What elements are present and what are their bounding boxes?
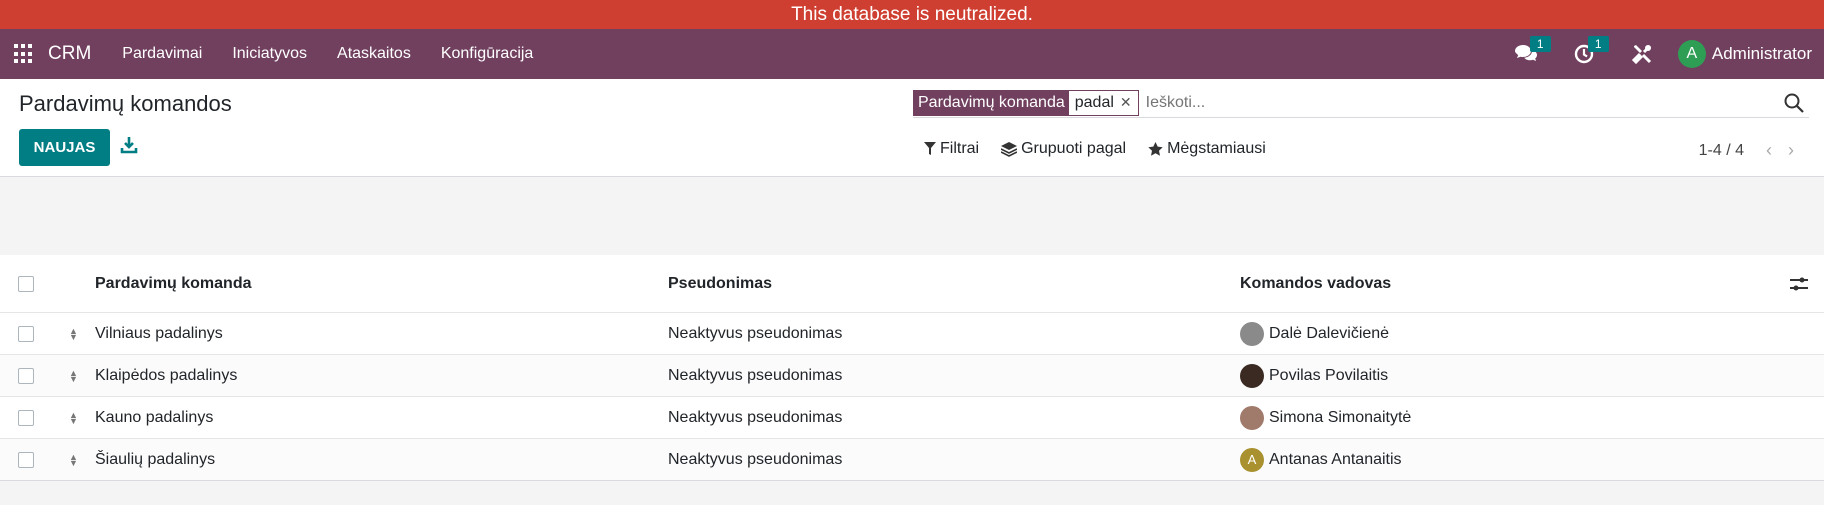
top-navbar: CRM Pardavimai Iniciatyvos Ataskaitos Ko… (0, 29, 1824, 79)
filters-button[interactable]: Filtrai (924, 140, 979, 158)
table-row[interactable]: ▲ ▼ Kauno padalinys Neaktyvus pseudonimas… (0, 396, 1824, 438)
column-header-team[interactable]: Pardavimų komanda (95, 275, 668, 293)
drag-handle-icon[interactable]: ▲ ▼ (69, 410, 78, 425)
leader-avatar (1240, 405, 1264, 430)
row-checkbox[interactable] (18, 409, 34, 426)
menu-item-iniciatyvos[interactable]: Iniciatyvos (217, 45, 322, 63)
row-checkbox[interactable] (18, 325, 34, 342)
search-facet: Pardavimų komanda padal ✕ (913, 89, 1139, 116)
column-header-leader[interactable]: Komandos vadovas (1240, 275, 1774, 293)
leader-name: Antanas Antanaitis (1269, 450, 1402, 468)
user-menu[interactable]: A Administrator (1677, 40, 1812, 68)
messages-button[interactable]: 1 (1514, 36, 1551, 66)
favorites-button[interactable]: Mėgstamiausi (1148, 140, 1266, 158)
search-icon[interactable] (1783, 92, 1805, 114)
facet-value: padal (1074, 93, 1114, 111)
menu-item-pardavimai[interactable]: Pardavimai (107, 45, 217, 63)
download-icon[interactable] (120, 136, 138, 154)
star-icon (1148, 142, 1163, 156)
user-avatar: A (1677, 40, 1706, 68)
search-options: Filtrai Grupuoti pagal Mėgstamiausi (924, 140, 1288, 158)
optional-columns-icon[interactable] (1790, 277, 1808, 291)
page-title: Pardavimų komandos (19, 91, 232, 116)
favorites-label: Mėgstamiausi (1167, 140, 1266, 157)
table-row[interactable]: ▲ ▼ Klaipėdos padalinys Neaktyvus pseudon… (0, 354, 1824, 396)
search-bar: Pardavimų komanda padal ✕ (913, 88, 1809, 118)
alias-value: Neaktyvus pseudonimas (668, 324, 843, 342)
row-checkbox[interactable] (18, 451, 34, 468)
layers-icon (1001, 141, 1018, 157)
table-header-row: Pardavimų komanda Pseudonimas Komandos v… (0, 255, 1824, 312)
group-by-button[interactable]: Grupuoti pagal (1001, 140, 1126, 158)
pager-previous-icon[interactable]: ‹ (1766, 140, 1772, 161)
alias-value: Neaktyvus pseudonimas (668, 450, 843, 468)
pager: 1-4 / 4 ‹ › (1699, 140, 1794, 161)
team-name: Šiaulių padalinys (95, 450, 216, 468)
activities-button[interactable]: 1 (1572, 36, 1609, 66)
group-by-label: Grupuoti pagal (1021, 140, 1127, 157)
team-name: Vilniaus padalinys (95, 324, 223, 342)
pager-next-icon[interactable]: › (1788, 140, 1794, 161)
new-button[interactable]: NAUJAS (19, 129, 110, 166)
user-name: Administrator (1711, 44, 1812, 63)
leader-avatar (1240, 363, 1264, 388)
leader-name: Povilas Povilaitis (1269, 366, 1389, 384)
leader-avatar (1240, 321, 1264, 346)
row-checkbox[interactable] (18, 367, 34, 384)
team-name: Klaipėdos padalinys (95, 366, 238, 384)
list-view-table: Pardavimų komanda Pseudonimas Komandos v… (0, 255, 1824, 481)
menu-item-ataskaitos[interactable]: Ataskaitos (322, 45, 426, 63)
neutralized-banner: This database is neutralized. (0, 0, 1824, 29)
leader-name: Dalė Dalevičienė (1269, 324, 1390, 342)
activities-badge: 1 (1587, 36, 1609, 52)
table-row[interactable]: ▲ ▼ Šiaulių padalinys Neaktyvus pseudonim… (0, 438, 1824, 480)
drag-handle-icon[interactable]: ▲ ▼ (69, 452, 78, 467)
alias-value: Neaktyvus pseudonimas (668, 366, 843, 384)
team-name: Kauno padalinys (95, 408, 214, 426)
banner-text: This database is neutralized. (791, 3, 1033, 25)
control-panel: Pardavimų komandos NAUJAS Pardavimų koma… (0, 79, 1824, 177)
debug-tools-button[interactable] (1630, 42, 1654, 66)
drag-handle-icon[interactable]: ▲ ▼ (69, 326, 78, 341)
leader-name: Simona Simonaitytė (1269, 408, 1412, 426)
column-header-alias[interactable]: Pseudonimas (668, 275, 1240, 293)
tools-icon (1631, 44, 1651, 65)
filter-icon (924, 142, 936, 155)
alias-value: Neaktyvus pseudonimas (668, 408, 843, 426)
select-all-checkbox[interactable] (18, 275, 34, 292)
table-row[interactable]: ▲ ▼ Vilniaus padalinys Neaktyvus pseudoni… (0, 312, 1824, 354)
filters-label: Filtrai (940, 140, 980, 157)
facet-label: Pardavimų komanda (914, 90, 1069, 115)
apps-grid-icon[interactable] (14, 44, 34, 64)
facet-remove-icon[interactable]: ✕ (1118, 94, 1138, 111)
messages-badge: 1 (1529, 36, 1551, 52)
drag-handle-icon[interactable]: ▲ ▼ (69, 368, 78, 383)
app-brand[interactable]: CRM (48, 43, 91, 65)
pager-value[interactable]: 1-4 / 4 (1699, 142, 1744, 160)
search-input[interactable] (1145, 93, 1783, 112)
leader-avatar: A (1240, 447, 1264, 472)
menu-item-konfiguracija[interactable]: Konfigūracija (426, 45, 549, 63)
